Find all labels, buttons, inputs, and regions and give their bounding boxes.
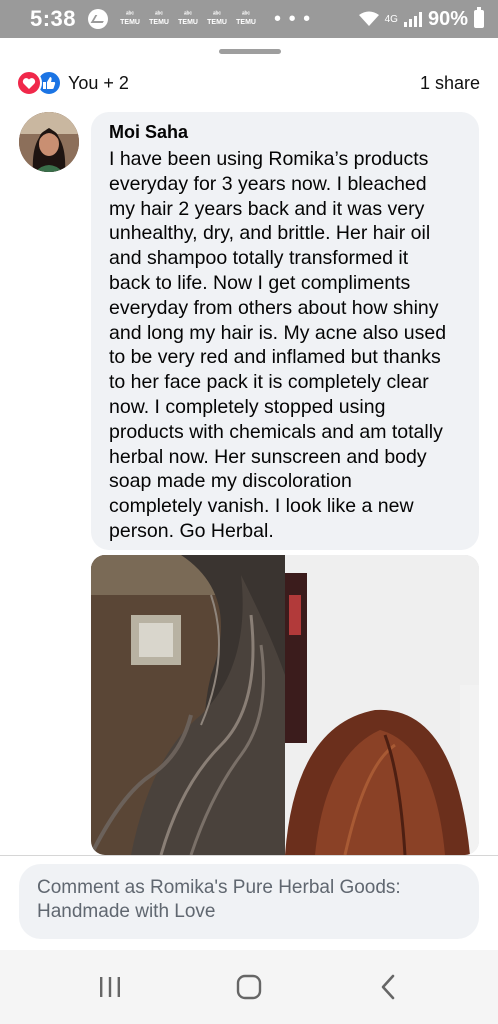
messenger-icon bbox=[88, 9, 109, 29]
comment-input[interactable]: Comment as Romika's Pure Herbal Goods: H… bbox=[19, 864, 479, 939]
share-count[interactable]: 1 share bbox=[420, 73, 480, 94]
temu-notification-icon: ᵃᵇᶜ TEMU bbox=[149, 11, 169, 26]
love-icon[interactable] bbox=[16, 70, 42, 96]
comment-text-line: herbal now. Her sunscreen and body bbox=[109, 445, 427, 468]
comment-text-line: person. Go Herbal. bbox=[109, 519, 274, 542]
avatar[interactable] bbox=[19, 112, 79, 172]
temu-notification-icon: ᵃᵇᶜ TEMU bbox=[236, 11, 256, 26]
wifi-icon bbox=[358, 11, 379, 27]
recent-apps-icon[interactable] bbox=[80, 962, 140, 1012]
photo-before-hair bbox=[91, 555, 285, 855]
notification-icons: ᵃᵇᶜ TEMU ᵃᵇᶜ TEMU ᵃᵇᶜ TEMU ᵃᵇᶜ TEMU ᵃᵇᶜ TEMU bbox=[118, 11, 258, 27]
comment-text-line: everyday from others about how shiny bbox=[109, 296, 439, 319]
back-icon[interactable] bbox=[358, 962, 418, 1012]
reactions-summary[interactable]: You + 2 bbox=[68, 73, 129, 94]
comment-text-line: to her face pack it is completely clear bbox=[109, 371, 429, 394]
more-notifications-indicator: • • • bbox=[274, 7, 312, 30]
temu-notification-icon: ᵃᵇᶜ TEMU bbox=[120, 11, 140, 26]
photo-after-hair bbox=[285, 555, 479, 855]
status-bar: 5:38 ᵃᵇᶜ TEMU ᵃᵇᶜ TEMU ᵃᵇᶜ TEMU ᵃᵇᶜ TEMU ᵃᵇᶜ… bbox=[0, 0, 498, 38]
home-icon[interactable] bbox=[219, 962, 279, 1012]
comment-text-line: products with chemicals and am totally bbox=[109, 420, 443, 443]
status-time: 5:38 bbox=[30, 6, 77, 31]
signal-icon bbox=[403, 11, 422, 27]
battery-percent: 90% bbox=[427, 7, 468, 30]
comment-author[interactable]: Moi Saha bbox=[109, 122, 465, 143]
comment-text-line: soap made my discoloration bbox=[109, 470, 352, 493]
comment-photo[interactable] bbox=[91, 555, 479, 855]
divider bbox=[0, 855, 498, 856]
battery-icon bbox=[474, 7, 484, 28]
comment-text-line: back to life. Now I get compliments bbox=[109, 271, 411, 294]
comment-text-line: and long my hair is. My acne also used bbox=[109, 321, 447, 344]
temu-notification-icon: ᵃᵇᶜ TEMU bbox=[207, 11, 227, 26]
temu-notification-icon: ᵃᵇᶜ TEMU bbox=[178, 11, 198, 26]
network-type: 4G bbox=[384, 13, 398, 25]
comment-input-placeholder-line: Handmade with Love bbox=[37, 901, 216, 922]
comment-text-line: now. I completely stopped using bbox=[109, 395, 386, 418]
comment-text-line: my hair 2 years back and it was very bbox=[109, 197, 425, 220]
comment-text-line: completely vanish. I look like a new bbox=[109, 495, 414, 518]
comment-text-line: and shampoo totally transformed it bbox=[109, 247, 409, 270]
comment-text-line: I have been using Romika’s products bbox=[109, 148, 429, 170]
reactions-row: You + 2 1 share bbox=[16, 69, 480, 97]
system-nav-bar bbox=[0, 950, 498, 1024]
comment-text-line: everyday for 3 years now. I bleached bbox=[109, 172, 427, 195]
sheet-drag-handle[interactable] bbox=[219, 49, 281, 54]
comment-text: I have been using Romika’s products ever… bbox=[109, 147, 465, 544]
comment-text-line: to be very red and inflamed but thanks bbox=[109, 346, 441, 369]
comment-text-line: unhealthy, dry, and brittle. Her hair oi… bbox=[109, 222, 431, 245]
comment-input-placeholder-line: Comment as Romika's Pure Herbal Goods: bbox=[37, 877, 401, 898]
comment-bubble[interactable]: Moi Saha I have been using Romika’s prod… bbox=[91, 112, 479, 550]
